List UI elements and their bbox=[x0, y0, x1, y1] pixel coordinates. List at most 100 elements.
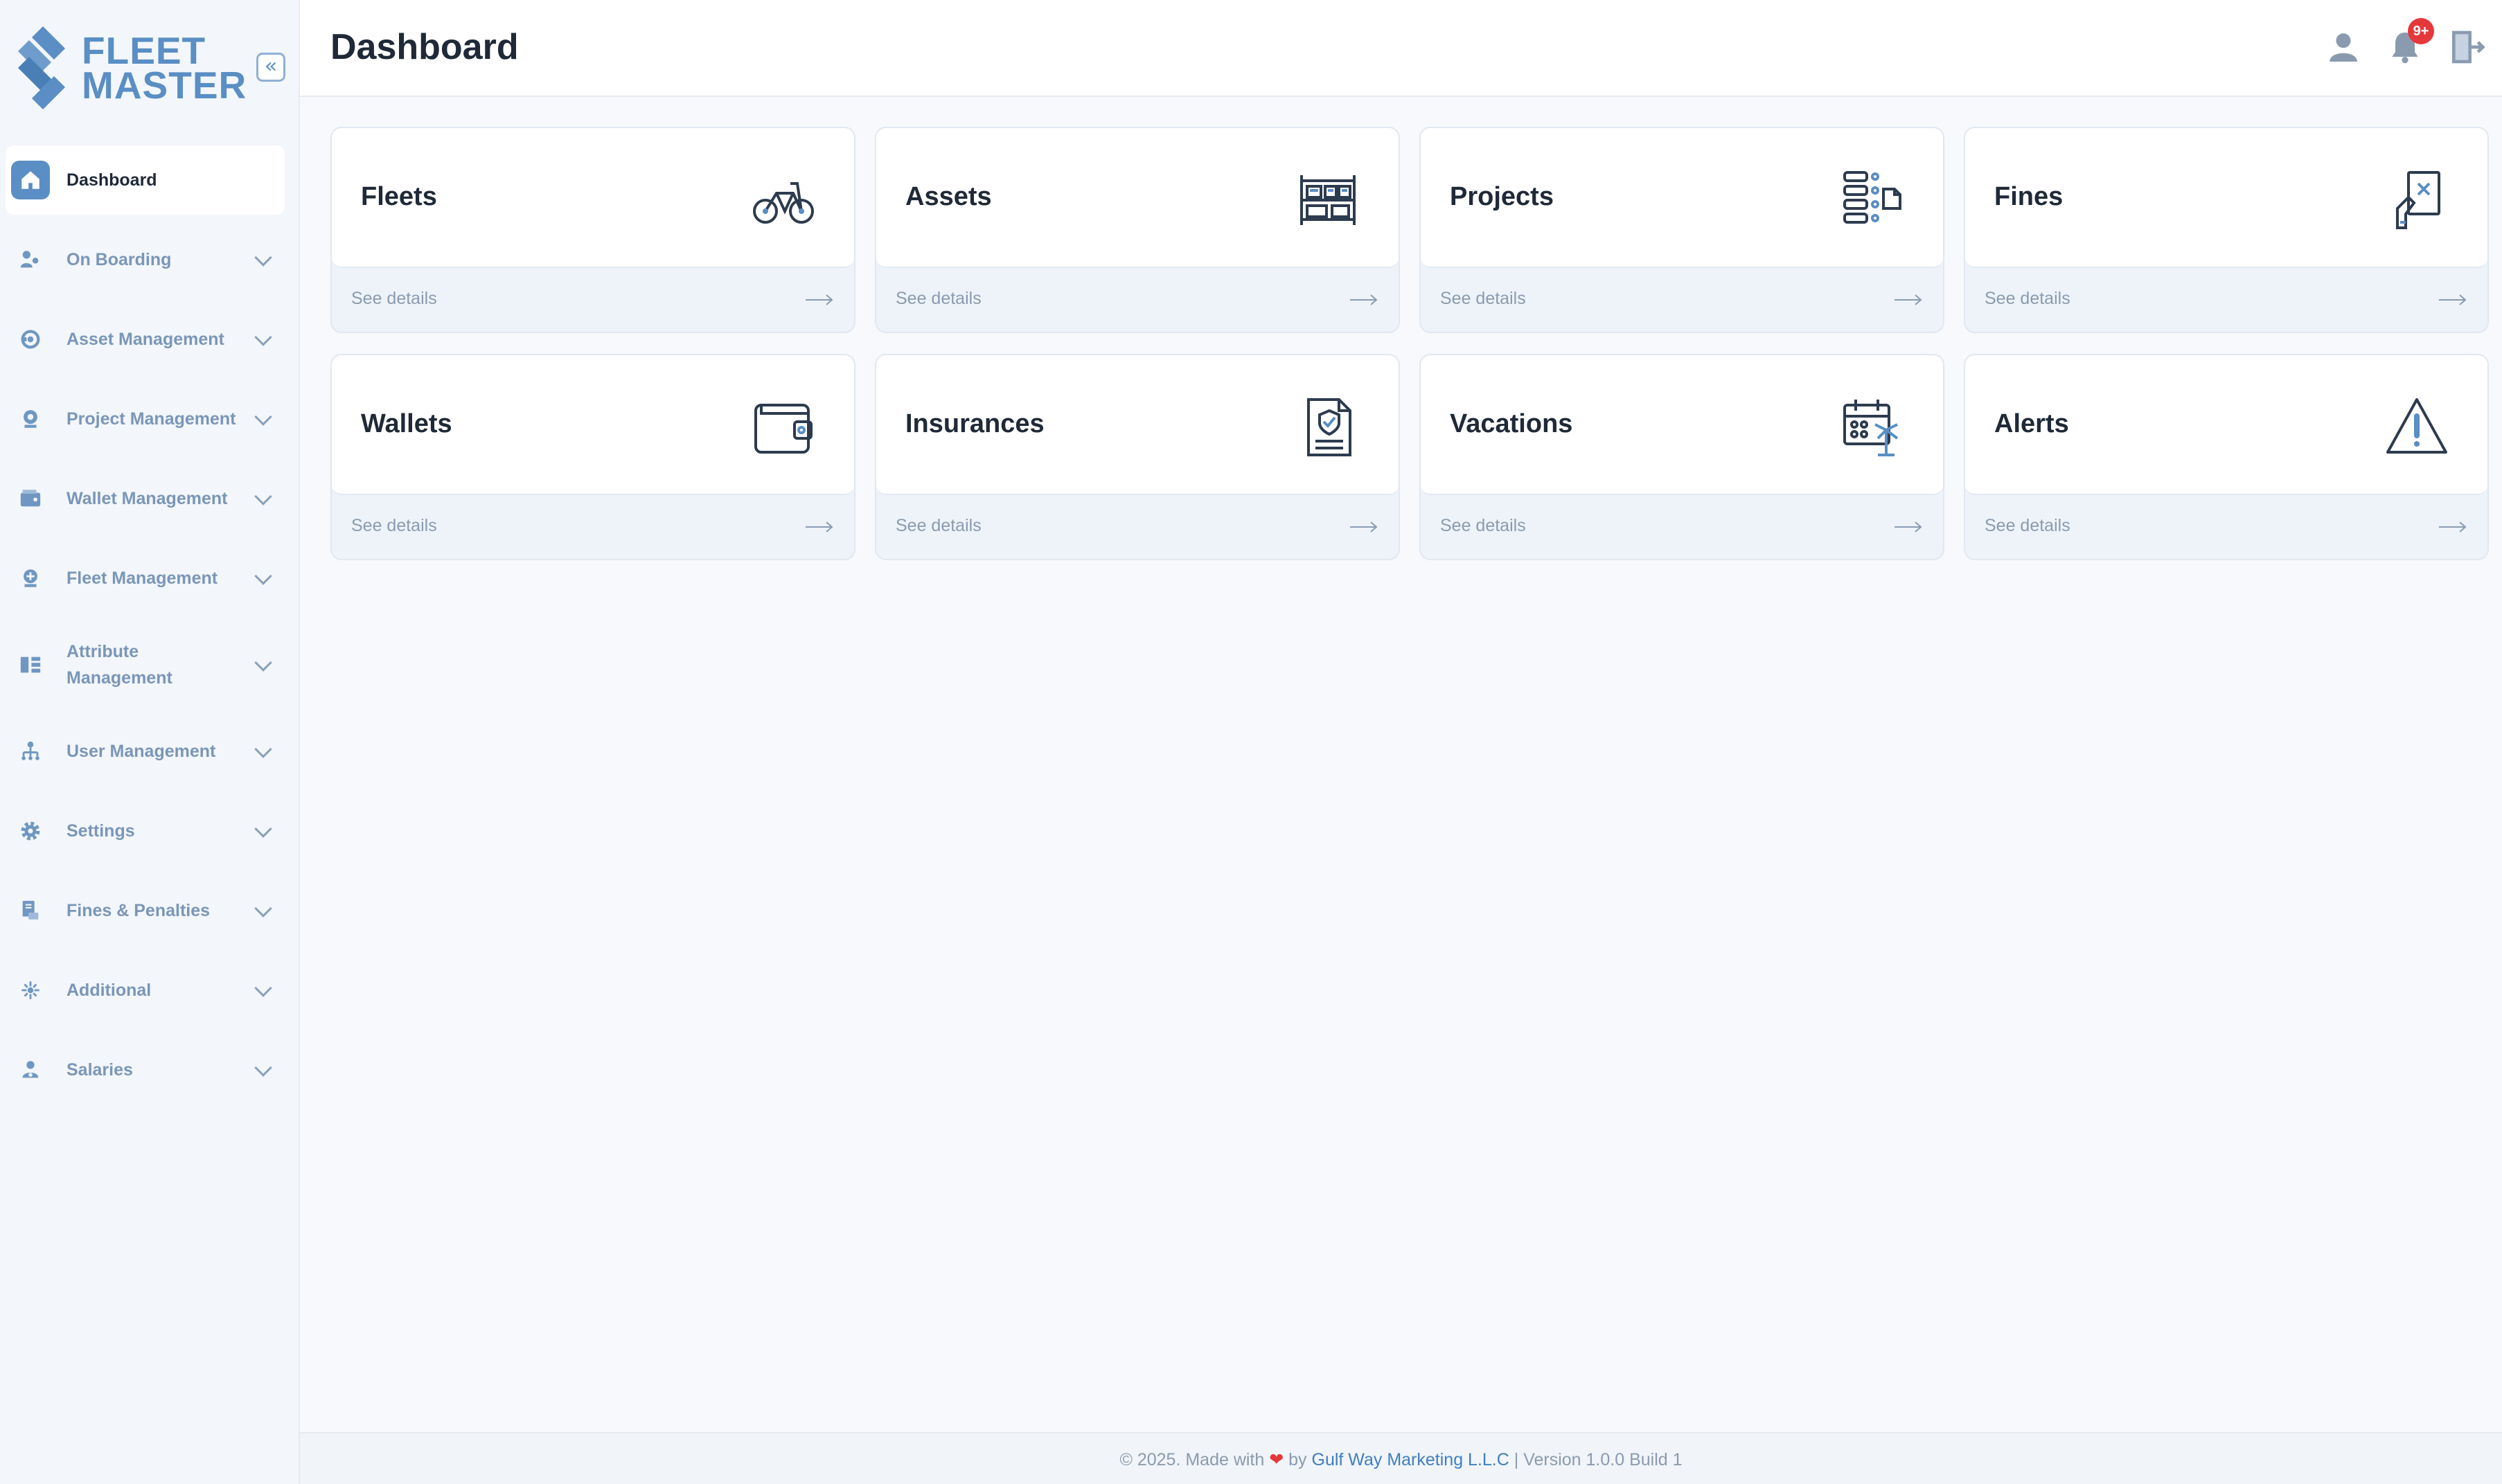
card-fleets[interactable]: Fleets See details bbox=[330, 127, 855, 333]
insurance-document-icon bbox=[1295, 394, 1361, 461]
sidebar-item-label: Wallet Management bbox=[66, 489, 228, 508]
sidebar-item-dashboard[interactable]: Dashboard bbox=[6, 145, 285, 215]
sidebar-item-additional[interactable]: Additional bbox=[6, 956, 285, 1025]
card-header: Wallets bbox=[332, 355, 854, 495]
wallet-management-icon bbox=[11, 479, 50, 518]
chevron-down-icon bbox=[254, 488, 272, 506]
project-list-icon bbox=[1839, 167, 1906, 233]
sidebar-item-label: Asset Management bbox=[66, 330, 224, 349]
gear-icon bbox=[11, 812, 50, 850]
brand-logo[interactable]: FLEET MASTER bbox=[11, 25, 247, 111]
top-header: Dashboard 9+ bbox=[300, 0, 2502, 97]
card-wallets[interactable]: Wallets See details bbox=[330, 354, 855, 560]
warning-triangle-icon bbox=[2384, 394, 2450, 461]
sidebar-item-asset-management[interactable]: Asset Management bbox=[6, 305, 285, 374]
card-title: Fines bbox=[1994, 182, 2064, 211]
notification-badge: 9+ bbox=[2408, 18, 2434, 44]
arrow-right-icon[interactable] bbox=[1893, 292, 1924, 308]
chevron-down-icon bbox=[254, 820, 272, 838]
card-title: Projects bbox=[1450, 182, 1554, 211]
card-header: Fleets bbox=[332, 128, 854, 268]
heart-icon: ❤ bbox=[1269, 1449, 1284, 1469]
arrow-right-icon[interactable] bbox=[1893, 519, 1924, 535]
arrow-right-icon[interactable] bbox=[2438, 292, 2468, 308]
card-vacations[interactable]: Vacations See details bbox=[1419, 354, 1944, 560]
card-title: Fleets bbox=[361, 182, 437, 211]
card-header: Fines bbox=[1965, 128, 2487, 268]
card-header: Assets bbox=[876, 128, 1399, 268]
chevron-down-icon bbox=[254, 900, 272, 918]
sidebar-item-settings[interactable]: Settings bbox=[6, 796, 285, 866]
footer-copyright: © 2025. Made with bbox=[1119, 1450, 1265, 1469]
vacation-calendar-icon bbox=[1839, 394, 1906, 461]
see-details-link[interactable]: See details bbox=[1440, 516, 1526, 536]
logout-button[interactable] bbox=[2447, 28, 2486, 66]
footer: © 2025. Made with ❤ by Gulf Way Marketin… bbox=[300, 1432, 2502, 1484]
card-header: Alerts bbox=[1965, 355, 2487, 495]
double-chevron-left-icon: « bbox=[264, 54, 278, 78]
sidebar-item-fleet-management[interactable]: Fleet Management bbox=[6, 544, 285, 613]
see-details-link[interactable]: See details bbox=[1440, 289, 1526, 309]
arrow-right-icon[interactable] bbox=[804, 292, 835, 308]
user-icon bbox=[2330, 33, 2357, 62]
chevron-down-icon bbox=[254, 567, 272, 585]
sidebar-item-wallet-management[interactable]: Wallet Management bbox=[6, 464, 285, 533]
card-title: Alerts bbox=[1994, 409, 2069, 438]
see-details-link[interactable]: See details bbox=[1985, 289, 2070, 309]
sidebar-item-label: Attribute Management bbox=[66, 642, 172, 688]
chevron-down-icon bbox=[254, 979, 272, 997]
sidebar-item-label: Additional bbox=[66, 981, 152, 1000]
card-projects[interactable]: Projects See details bbox=[1419, 127, 1944, 333]
wallet-icon bbox=[750, 394, 817, 461]
arrow-right-icon[interactable] bbox=[804, 519, 835, 535]
sidebar-item-label: User Management bbox=[66, 742, 216, 761]
sidebar: FLEET MASTER « Dashboard On Boarding Ass… bbox=[0, 0, 300, 1484]
see-details-link[interactable]: See details bbox=[1985, 516, 2070, 536]
sidebar-item-label: On Boarding bbox=[66, 250, 172, 269]
chevron-down-icon bbox=[254, 408, 272, 426]
notifications-button[interactable]: 9+ bbox=[2386, 18, 2434, 66]
sidebar-item-salaries[interactable]: Salaries bbox=[6, 1035, 285, 1105]
sidebar-item-label: Fines & Penalties bbox=[66, 901, 211, 920]
card-fines[interactable]: Fines See details bbox=[1964, 127, 2489, 333]
user-profile-button[interactable] bbox=[2324, 28, 2363, 66]
asset-management-icon bbox=[11, 320, 50, 359]
arrow-right-icon[interactable] bbox=[2438, 519, 2468, 535]
sidebar-item-label: Fleet Management bbox=[66, 569, 218, 588]
fleet-master-logo-icon bbox=[18, 26, 65, 109]
sidebar-item-label: Salaries bbox=[66, 1060, 133, 1080]
sidebar-item-project-management[interactable]: Project Management bbox=[6, 384, 285, 454]
footer-by: by bbox=[1288, 1450, 1307, 1469]
collapse-sidebar-button[interactable]: « bbox=[256, 53, 285, 82]
chevron-down-icon bbox=[254, 249, 272, 267]
sidebar-item-user-management[interactable]: User Management bbox=[6, 717, 285, 786]
card-alerts[interactable]: Alerts See details bbox=[1964, 354, 2489, 560]
fleet-management-icon bbox=[11, 559, 50, 598]
attribute-management-icon bbox=[11, 645, 50, 684]
sidebar-item-label: Settings bbox=[66, 821, 135, 841]
fine-document-icon bbox=[2384, 167, 2450, 233]
additional-icon bbox=[11, 971, 50, 1010]
chevron-down-icon bbox=[254, 328, 272, 346]
user-management-icon bbox=[11, 732, 50, 771]
see-details-link[interactable]: See details bbox=[896, 289, 982, 309]
onboarding-icon bbox=[11, 240, 50, 279]
sidebar-item-attribute-management[interactable]: Attribute Management bbox=[6, 623, 285, 706]
card-title: Assets bbox=[905, 182, 992, 211]
see-details-link[interactable]: See details bbox=[351, 289, 437, 309]
see-details-link[interactable]: See details bbox=[896, 516, 982, 536]
company-link[interactable]: Gulf Way Marketing L.L.C bbox=[1312, 1450, 1509, 1469]
footer-version: | Version 1.0.0 Build 1 bbox=[1514, 1450, 1683, 1469]
card-insurances[interactable]: Insurances See details bbox=[875, 354, 1400, 560]
card-title: Wallets bbox=[361, 409, 452, 438]
sidebar-item-fines-penalties[interactable]: Fines & Penalties bbox=[6, 876, 285, 945]
card-assets[interactable]: Assets See details bbox=[875, 127, 1400, 333]
see-details-link[interactable]: See details bbox=[351, 516, 437, 536]
sidebar-nav: Dashboard On Boarding Asset Management P… bbox=[0, 145, 300, 1115]
project-management-icon bbox=[11, 400, 50, 438]
card-header: Insurances bbox=[876, 355, 1399, 495]
arrow-right-icon[interactable] bbox=[1349, 292, 1379, 308]
arrow-right-icon[interactable] bbox=[1349, 519, 1379, 535]
sidebar-item-on-boarding[interactable]: On Boarding bbox=[6, 225, 285, 294]
sidebar-item-label: Dashboard bbox=[66, 170, 157, 190]
